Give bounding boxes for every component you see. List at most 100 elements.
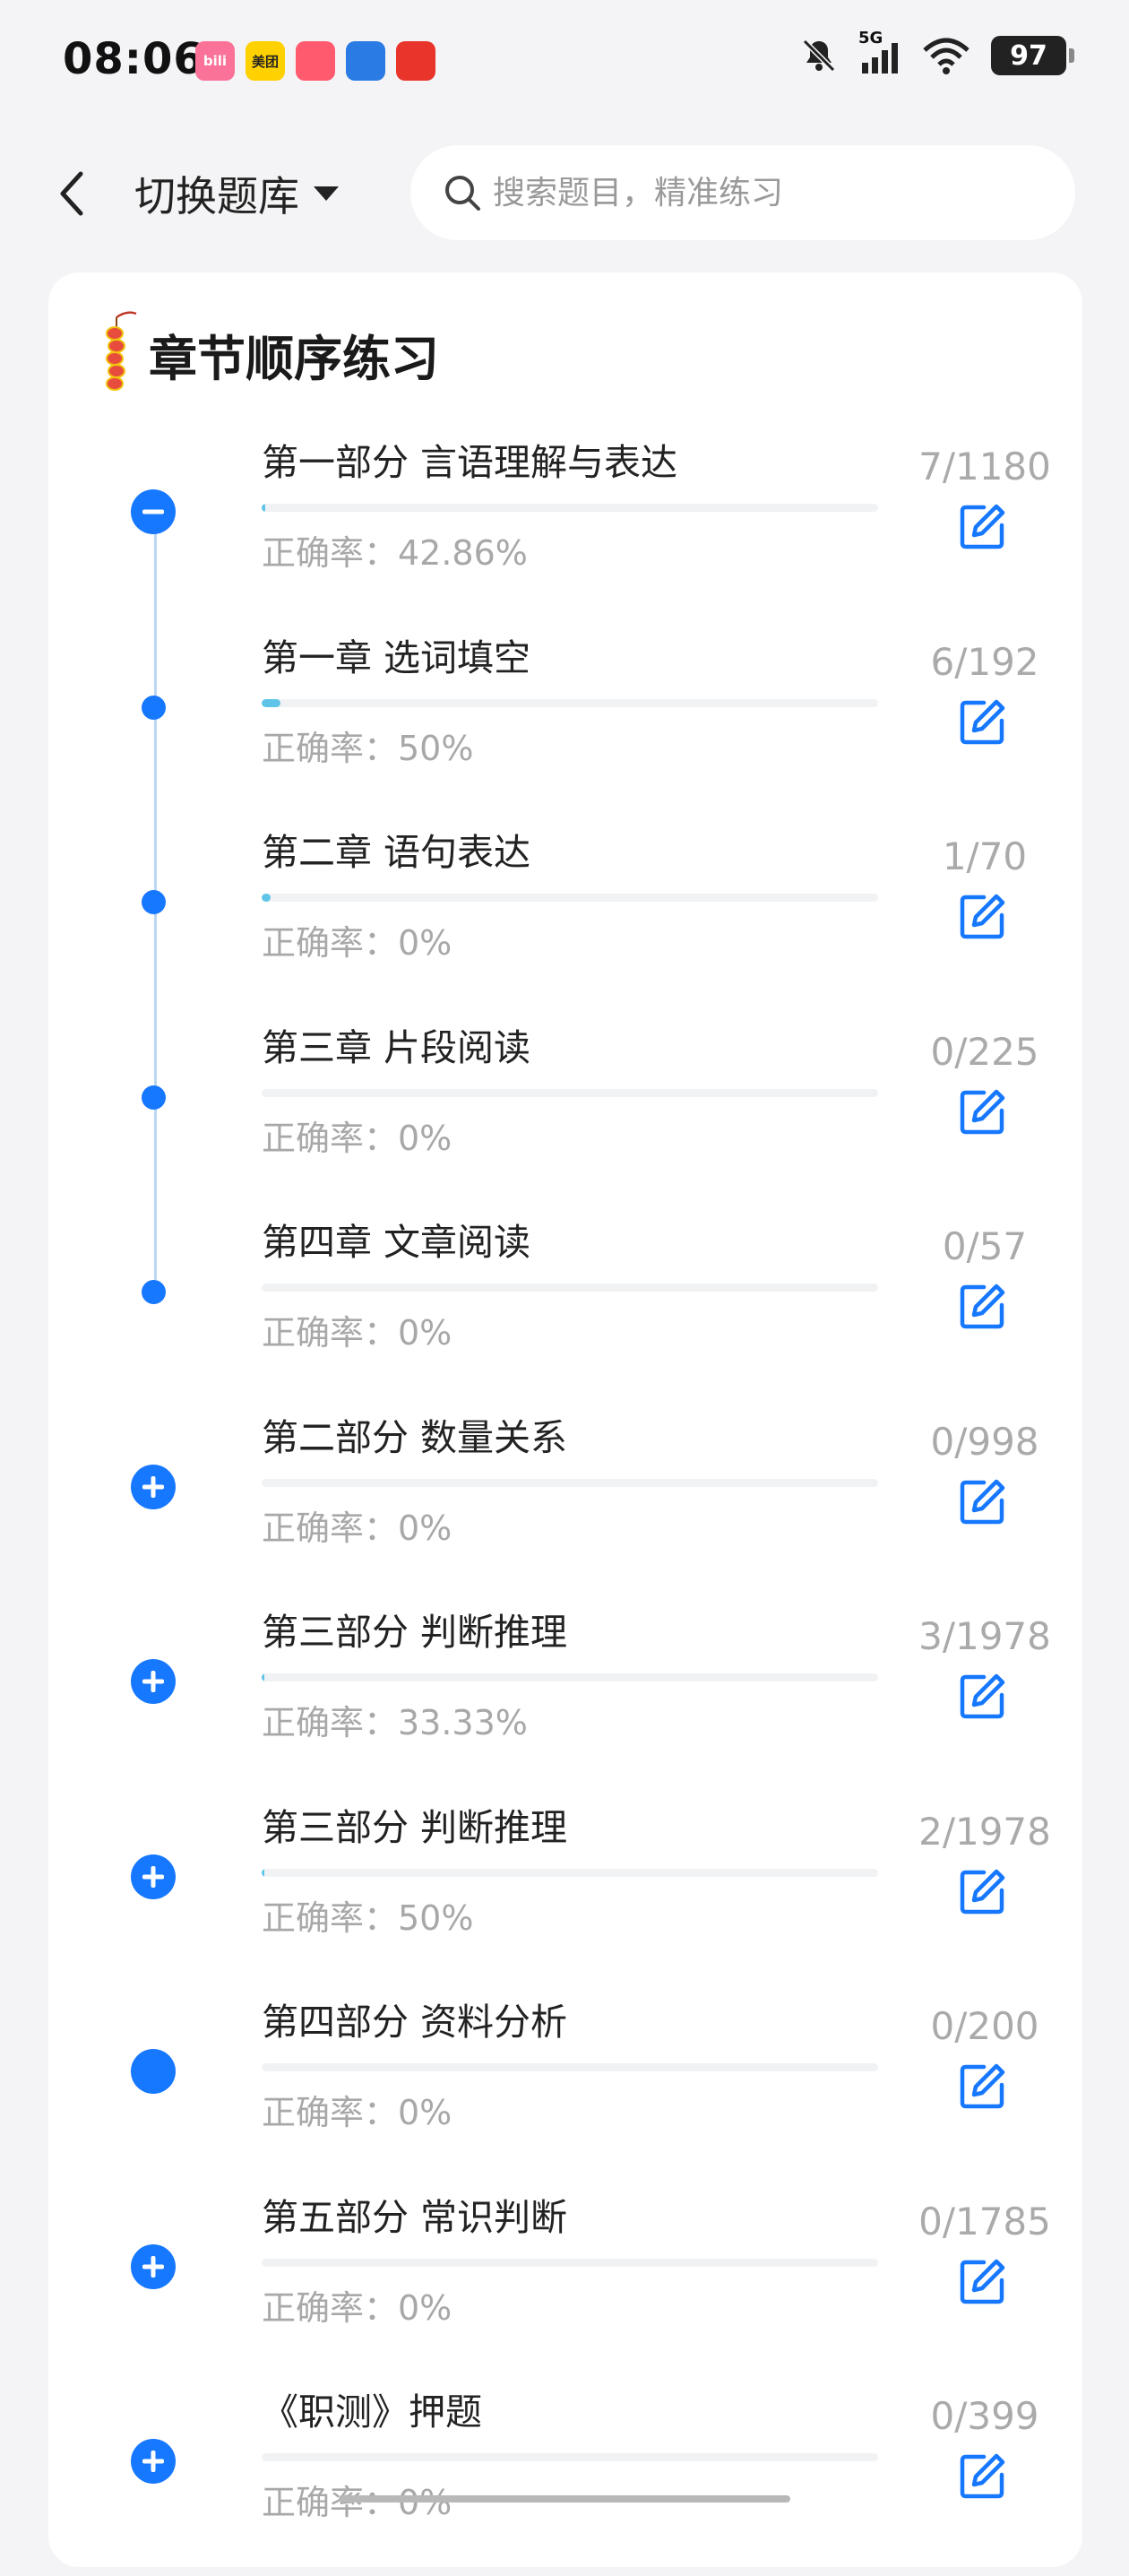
edit-practice-icon[interactable]	[957, 1867, 1007, 1917]
expand-icon[interactable]	[131, 1854, 176, 1899]
accuracy-text: 正确率：0%	[262, 2287, 452, 2328]
edit-practice-icon[interactable]	[957, 1477, 1007, 1527]
chapter-row[interactable]: 第一章 选词填空正确率：50% 6/192	[48, 627, 1082, 822]
edit-practice-icon[interactable]	[957, 502, 1007, 552]
chapter-row[interactable]: 第二章 语句表达 正确率：0% 1/70	[48, 822, 1082, 1016]
chapter-row[interactable]: 《职测》押题 正确率：0% 0/399	[48, 2382, 1082, 2576]
accuracy-text: 正确率：0%	[262, 1313, 452, 1353]
progress-bar	[262, 1868, 878, 1877]
edit-practice-icon[interactable]	[957, 1087, 1007, 1137]
edit-practice-icon[interactable]	[957, 2062, 1007, 2112]
accuracy-text: 正确率：50%	[262, 728, 474, 768]
edit-practice-icon[interactable]	[957, 1282, 1007, 1332]
progress-bar	[262, 894, 878, 902]
progress-fill	[262, 1673, 264, 1681]
timeline-dot	[142, 695, 166, 720]
progress-bar	[262, 698, 878, 707]
triangle-app-icon	[296, 41, 335, 81]
cell-signal: 5G	[858, 29, 901, 75]
accuracy-text: 正确率：0%	[262, 1118, 452, 1158]
edit-practice-icon[interactable]	[957, 892, 1007, 942]
battery-indicator: 97	[991, 36, 1074, 75]
chapter-name: 第三部分 判断推理	[262, 1805, 568, 1849]
chapter-practice-card: 章节顺序练习 第一部分 言语理解与表达 正确率：42.86% 7/1180 第一章 选…	[48, 272, 1082, 2567]
progress-bar	[262, 2453, 878, 2461]
chapter-row[interactable]: 第三部分 判断推理 正确率：50% 2/1978	[48, 1797, 1082, 1992]
progress-bar	[262, 1673, 878, 1681]
bilibili-icon: bili	[195, 41, 235, 81]
home-indicator[interactable]	[339, 2495, 790, 2503]
progress-fill	[262, 894, 271, 902]
signal-bars-icon	[862, 43, 898, 73]
chapter-name: 第二章 语句表达	[262, 831, 531, 874]
search-icon	[445, 176, 480, 211]
question-bank-switch[interactable]: 切换题库	[134, 161, 340, 226]
question-count: 0/1785	[918, 2199, 1051, 2243]
question-count: 0/399	[930, 2394, 1039, 2438]
timeline-dot	[142, 890, 166, 914]
question-count: 2/1978	[918, 1809, 1051, 1854]
question-count: 6/192	[930, 639, 1039, 684]
accuracy-text: 正确率：42.86%	[262, 533, 528, 573]
back-arrow-icon	[60, 171, 83, 216]
expand-icon[interactable]	[131, 2439, 176, 2484]
firecracker-icon	[106, 311, 137, 391]
chapter-row[interactable]: 第三部分 判断推理 正确率：33.33% 3/1978	[48, 1602, 1082, 1796]
accuracy-text: 正确率：0%	[262, 923, 452, 963]
chapter-row[interactable]: 第三章 片段阅读正确率：0% 0/225	[48, 1017, 1082, 1212]
edit-practice-icon[interactable]	[957, 2257, 1007, 2307]
search-input[interactable]	[491, 173, 1050, 212]
status-right: 5G 97	[799, 29, 1074, 75]
timeline-dot	[142, 1280, 166, 1304]
node-dot-icon[interactable]	[131, 2049, 176, 2094]
progress-fill	[262, 698, 281, 707]
chapter-name: 第三章 片段阅读	[262, 1025, 531, 1069]
progress-bar	[262, 504, 878, 512]
expand-icon[interactable]	[131, 1464, 176, 1509]
progress-fill	[262, 1868, 264, 1877]
collapse-icon[interactable]	[131, 489, 176, 534]
chapter-name: 第三部分 判断推理	[262, 1611, 568, 1654]
search-bar[interactable]	[410, 145, 1075, 240]
question-count: 7/1180	[918, 445, 1051, 488]
mute-bell-icon	[802, 39, 836, 73]
timeline-dot	[142, 1085, 166, 1110]
chapter-row[interactable]: 第一部分 言语理解与表达 正确率：42.86% 7/1180	[48, 432, 1082, 627]
progress-fill	[262, 504, 266, 512]
edit-practice-icon[interactable]	[957, 1672, 1007, 1722]
chapter-name: 第二部分 数量关系	[262, 1415, 568, 1459]
progress-bar	[262, 1478, 878, 1487]
chapter-row[interactable]: 第四部分 资料分析正确率：0% 0/200	[48, 1992, 1082, 2186]
chapter-row[interactable]: 第四章 文章阅读 正确率：0% 0/57	[48, 1212, 1082, 1406]
red-app-icon	[396, 41, 435, 81]
app-icon-label: 美团	[251, 53, 279, 70]
progress-bar	[262, 2258, 878, 2267]
edit-practice-icon[interactable]	[957, 697, 1007, 748]
chapter-name: 第一章 选词填空	[262, 635, 531, 679]
question-count: 0/57	[942, 1224, 1028, 1268]
expand-icon[interactable]	[131, 2243, 176, 2289]
chapter-row[interactable]: 第二部分 数量关系 正确率：0% 0/998	[48, 1407, 1082, 1602]
caret-down-icon	[314, 186, 339, 201]
question-count: 0/225	[930, 1029, 1039, 1074]
question-count: 0/200	[930, 2004, 1039, 2048]
chapter-name: 第四章 文章阅读	[262, 1221, 531, 1264]
progress-bar	[262, 2063, 878, 2071]
chapter-row[interactable]: 第五部分 常识判断 正确率：0% 0/1785	[48, 2187, 1082, 2382]
chapter-name: 第五部分 常识判断	[262, 2195, 568, 2239]
progress-bar	[262, 1088, 878, 1097]
edit-practice-icon[interactable]	[957, 2451, 1007, 2502]
app-icon-label: bili	[203, 53, 228, 69]
accuracy-text: 正确率：50%	[262, 1897, 474, 1938]
status-time: 08:06	[63, 34, 204, 84]
status-bar: 08:06 bili 美团 5G 97	[0, 0, 1129, 125]
meituan-icon: 美团	[246, 41, 285, 81]
back-button[interactable]	[47, 161, 97, 226]
chapter-name: 第四部分 资料分析	[262, 2001, 568, 2044]
accuracy-text: 正确率：33.33%	[262, 1703, 528, 1742]
question-bank-label: 切换题库	[134, 172, 299, 220]
progress-bar	[262, 1284, 878, 1292]
accuracy-text: 正确率：0%	[262, 2093, 452, 2132]
expand-icon[interactable]	[131, 1659, 176, 1704]
wifi-icon	[923, 38, 970, 74]
